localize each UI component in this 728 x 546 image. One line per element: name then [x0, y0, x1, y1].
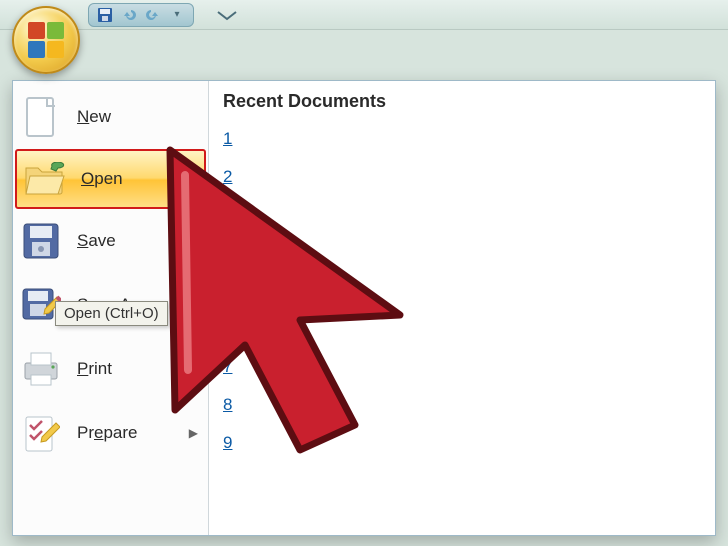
save-icon[interactable] — [95, 5, 115, 25]
recent-document-item[interactable]: 2 — [223, 158, 701, 196]
recent-document-item[interactable]: 8 — [223, 386, 701, 424]
ribbon-minimize[interactable] — [216, 7, 238, 23]
menu-label: Open — [81, 169, 123, 189]
chevron-right-icon: ▶ — [189, 426, 198, 440]
recent-document-item[interactable]: 7 — [223, 348, 701, 386]
recent-document-item[interactable]: 1 — [223, 120, 701, 158]
office-logo-icon — [26, 20, 66, 60]
office-menu: New Open Save Save As ▶ Print — [12, 80, 716, 536]
recent-documents-title: Recent Documents — [223, 91, 701, 112]
new-document-icon — [19, 95, 63, 139]
tooltip: Open (Ctrl+O) — [55, 301, 168, 326]
menu-label: Prepare — [77, 423, 138, 443]
menu-item-prepare[interactable]: Prepare ▶ — [13, 401, 208, 465]
menu-item-save[interactable]: Save — [13, 209, 208, 273]
recent-document-item[interactable]: 4 — [223, 234, 701, 272]
print-icon — [19, 347, 63, 391]
recent-documents-list: 123456789 — [223, 120, 701, 462]
menu-label: Print — [77, 359, 112, 379]
recent-document-item[interactable]: 9 — [223, 424, 701, 462]
recent-documents-pane: Recent Documents 123456789 — [209, 81, 715, 535]
chevron-right-icon: ▶ — [189, 298, 198, 312]
quick-access-toolbar: ▾ — [88, 3, 194, 27]
recent-document-item[interactable]: 5 — [223, 272, 701, 310]
open-folder-icon — [23, 157, 67, 201]
menu-label: Save — [77, 231, 116, 251]
office-button[interactable] — [12, 6, 80, 74]
recent-document-item[interactable]: 6 — [223, 310, 701, 348]
qat-dropdown-icon[interactable]: ▾ — [167, 5, 187, 25]
menu-label: New — [77, 107, 111, 127]
prepare-icon — [19, 411, 63, 455]
save-disk-icon — [19, 219, 63, 263]
recent-document-item[interactable]: 3 — [223, 196, 701, 234]
menu-item-new[interactable]: New — [13, 85, 208, 149]
title-bar: ▾ — [0, 0, 728, 30]
menu-item-print[interactable]: Print ▶ — [13, 337, 208, 401]
menu-item-open[interactable]: Open — [15, 149, 206, 209]
redo-icon[interactable] — [143, 5, 163, 25]
chevron-right-icon: ▶ — [189, 362, 198, 376]
undo-icon[interactable] — [119, 5, 139, 25]
